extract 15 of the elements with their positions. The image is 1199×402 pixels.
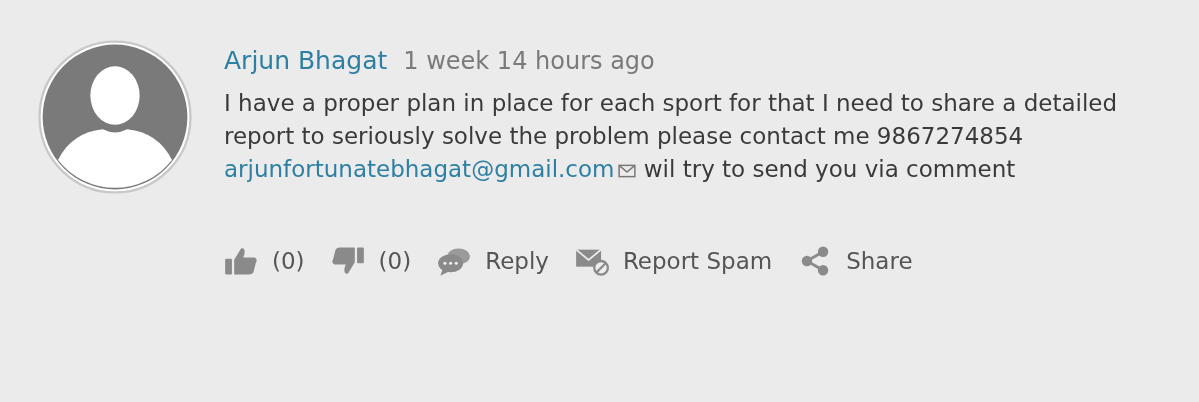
email-link[interactable]: arjunfortunatebhagat@gmail.com [224, 156, 615, 182]
mail-icon [618, 163, 637, 178]
thumbs-up-icon [224, 246, 258, 276]
comment-time: 1 week 14 hours ago [403, 47, 655, 75]
dislike-button[interactable]: (0) [330, 246, 412, 276]
speech-bubbles-icon [437, 246, 472, 276]
author-link[interactable]: Arjun Bhagat [224, 46, 388, 75]
report-spam-button[interactable]: Report Spam [574, 246, 773, 276]
share-button[interactable]: Share [798, 246, 913, 276]
comment-text: I have a proper plan in place for each sport for that I need to share a detailed report to seriously solve the problem please contact me 9867274854 arjunfortunatebhagat@gmail.com wil try to send you via comment [224, 89, 1119, 184]
like-button[interactable]: (0) [224, 246, 305, 276]
envelope-blocked-icon [574, 246, 609, 276]
thumbs-down-icon [330, 246, 365, 276]
avatar-icon [38, 40, 192, 194]
reply-button[interactable]: Reply [437, 246, 549, 276]
